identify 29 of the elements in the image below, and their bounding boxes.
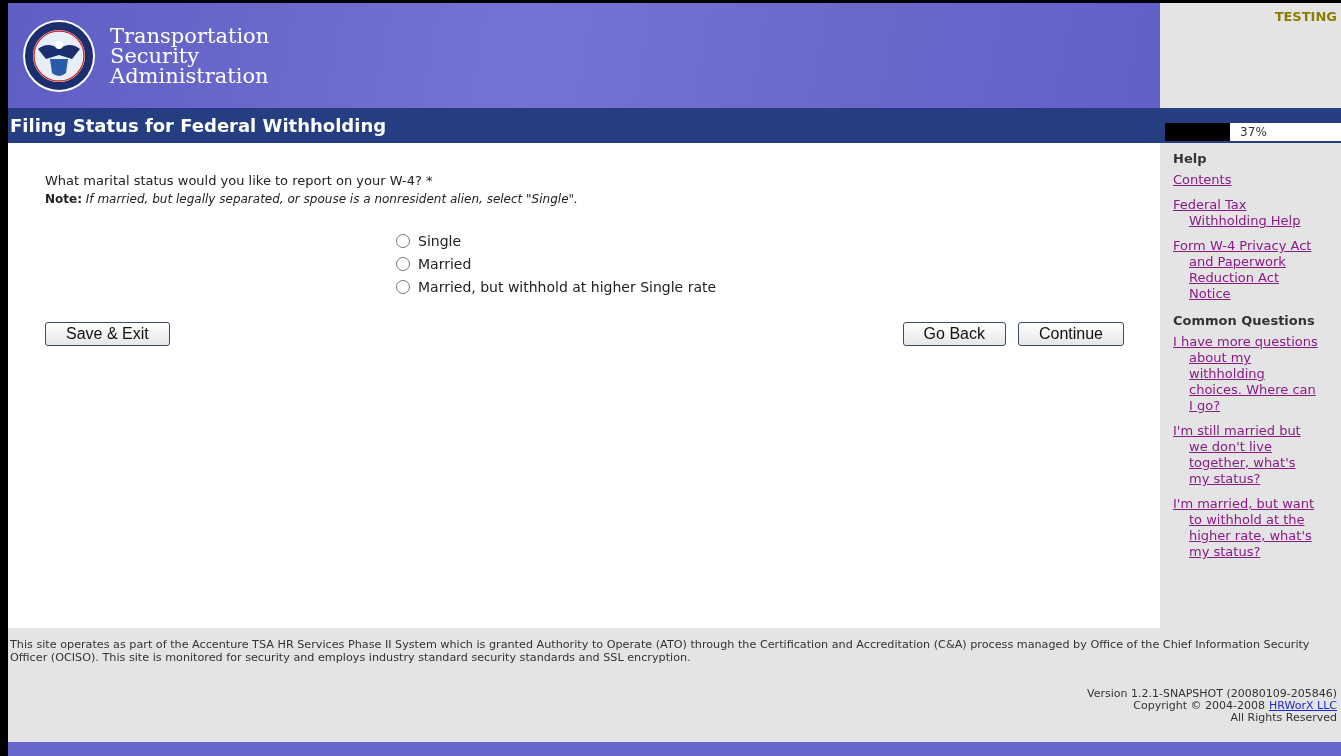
- version-text: Version 1.2.1-SNAPSHOT (20080109-205846): [1087, 688, 1337, 700]
- radio-label[interactable]: Married: [418, 256, 472, 272]
- help-link[interactable]: Form W-4 Privacy Act and Paperwork Reduction Act Notice: [1173, 238, 1319, 302]
- radio-button[interactable]: [396, 280, 410, 294]
- note-text: Note: If married, but legally separated, or spouse is a nonresident alien, select "Single".: [45, 192, 579, 206]
- radio-button[interactable]: [396, 257, 410, 271]
- radio-label[interactable]: Single: [418, 233, 462, 249]
- copyright-text: Copyright © 2004-2008: [1133, 700, 1266, 712]
- sidebar-heading: Help: [1173, 151, 1208, 166]
- agency-seal-icon: [22, 18, 96, 93]
- help-link[interactable]: I have more questions about my withholding choices. Where can I go?: [1173, 334, 1319, 414]
- save-exit-button[interactable]: Save & Exit: [45, 322, 170, 346]
- help-link[interactable]: Federal Tax Withholding Help: [1173, 197, 1319, 229]
- security-notice: This site operates as part of the Accenture TSA HR Services Phase II System which is granted Authority to Operate (ATO) through the Certification and Accreditation (C&A) process managed by Office of the Chief Information Security Officer (OCISO). This site is monitored for security and employs industry standard security standards and SSL encryption.: [10, 638, 1311, 664]
- continue-button[interactable]: Continue: [1017, 322, 1124, 346]
- environment-label: TESTING: [1274, 9, 1337, 24]
- help-link[interactable]: I'm married, but want to withhold at the higher rate, what's my status?: [1173, 496, 1319, 560]
- back-button[interactable]: Go Back: [902, 322, 1006, 346]
- rights-text: All Rights Reserved: [1230, 712, 1337, 724]
- help-link[interactable]: I'm still married but we don't live together, what's my status?: [1173, 423, 1319, 487]
- company-link[interactable]: HRWorX LLC: [1269, 700, 1337, 712]
- sidebar-heading: Common Questions: [1173, 313, 1316, 328]
- agency-name: Transportation: [110, 25, 270, 46]
- question-text: What marital status would you like to report on your W-4? *: [45, 173, 434, 188]
- radio-button[interactable]: [396, 234, 410, 248]
- help-link[interactable]: Contents: [1173, 172, 1319, 188]
- progress-reading: 37%: [1239, 123, 1267, 141]
- radio-label[interactable]: Married, but withhold at higher Single rate: [418, 279, 717, 295]
- page-title: Filing Status for Federal Withholding: [9, 115, 387, 136]
